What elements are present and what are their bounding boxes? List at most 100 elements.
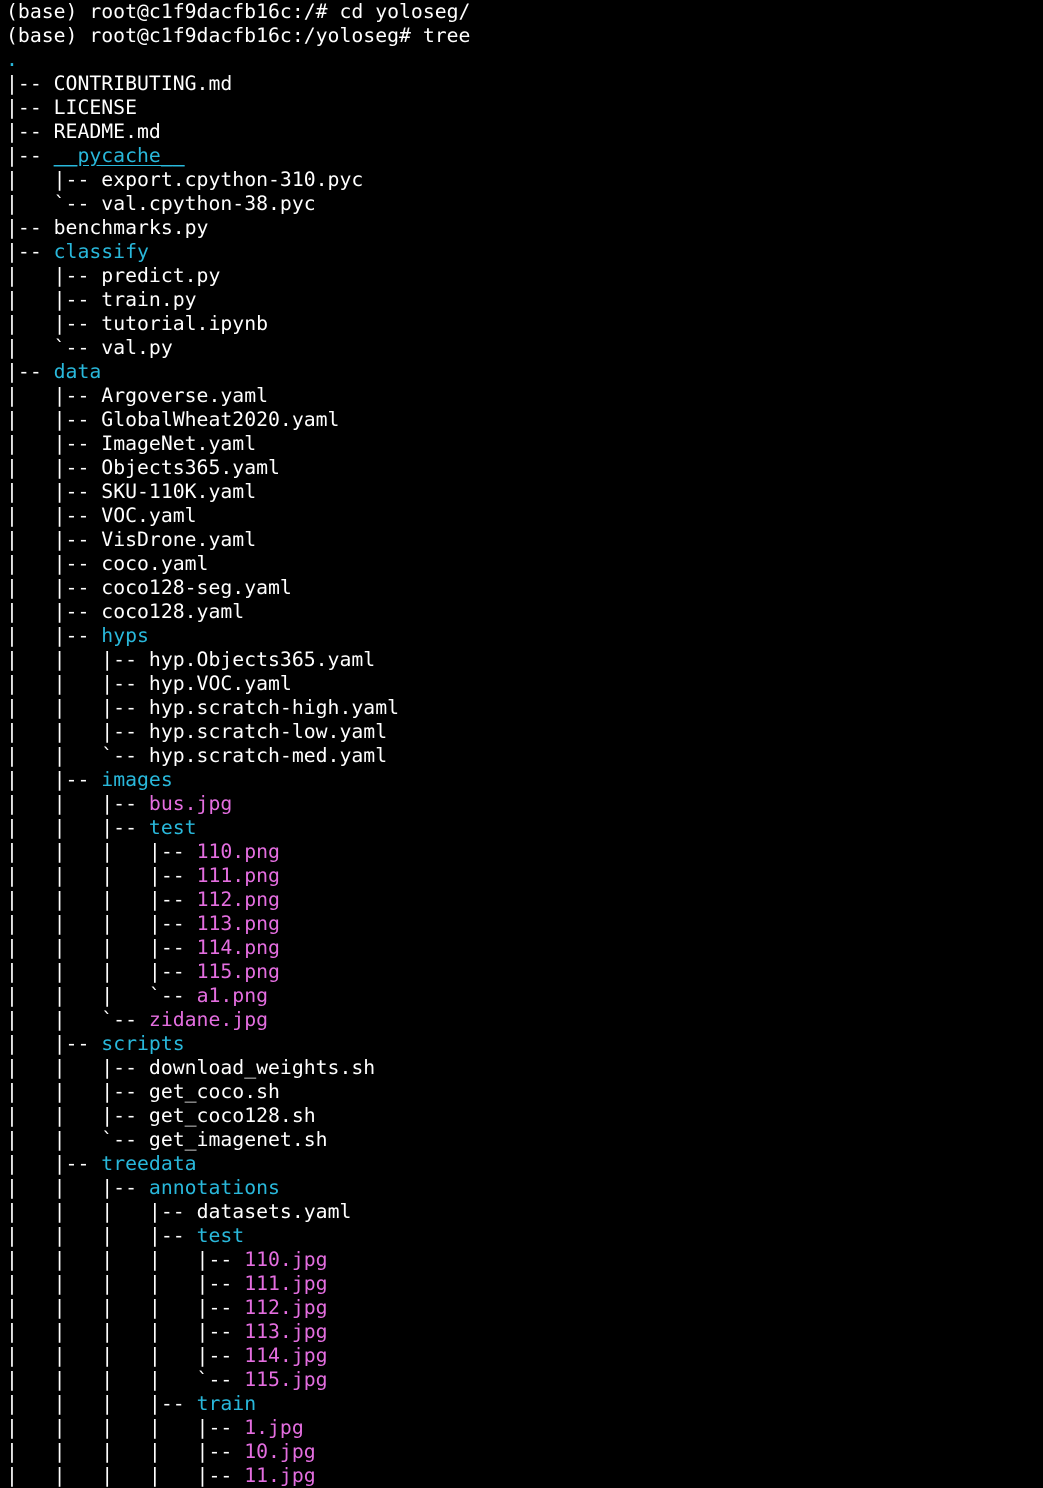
tree-branch-prefix: | |-- [6,504,102,527]
tree-line: | | | |-- datasets.yaml [6,1200,470,1224]
tree-line: | |-- scripts [6,1032,470,1056]
tree-line: | |-- tutorial.ipynb [6,312,470,336]
tree-line: |-- classify [6,240,470,264]
tree-line: |-- LICENSE [6,96,470,120]
image-file-name: 11.jpg [244,1464,316,1487]
file-name: predict.py [101,264,221,287]
tree-line: | |-- coco128.yaml [6,600,470,624]
image-file-name: 114.png [196,936,280,959]
directory-name: __pycache__ [53,144,185,167]
tree-line: | |-- Objects365.yaml [6,456,470,480]
prompt-line: (base) root@c1f9dacfb16c:/yoloseg# tree [6,24,470,48]
tree-branch-prefix: | |-- [6,288,102,311]
tree-branch-prefix: | |-- [6,312,102,335]
image-file-name: 114.jpg [244,1344,328,1367]
file-name: train.py [101,288,197,311]
tree-line: | | |-- test [6,816,470,840]
tree-branch-prefix: | | |-- [6,672,149,695]
tree-branch-prefix: | |-- [6,624,102,647]
tree-branch-prefix: | | |-- [6,696,149,719]
tree-branch-prefix: | | | | |-- [6,1440,245,1463]
tree-branch-prefix: | |-- [6,768,102,791]
tree-branch-prefix: | | |-- [6,1056,149,1079]
tree-branch-prefix: |-- [6,360,54,383]
image-file-name: 113.png [196,912,280,935]
file-name: hyp.scratch-low.yaml [148,720,388,743]
image-file-name: 113.jpg [244,1320,328,1343]
tree-line: | |-- images [6,768,470,792]
image-file-name: 112.jpg [244,1296,328,1319]
file-name: coco128-seg.yaml [101,576,292,599]
image-file-name: 112.png [196,888,280,911]
file-name: get_coco.sh [148,1080,280,1103]
directory-name: test [148,816,197,839]
tree-line: | |-- ImageNet.yaml [6,432,470,456]
tree-line: | | | |-- 114.png [6,936,470,960]
tree-branch-prefix: | | | |-- [6,840,197,863]
tree-line: |-- benchmarks.py [6,216,470,240]
tree-line: |-- __pycache__ [6,144,470,168]
tree-branch-prefix: | |-- [6,456,102,479]
file-name: get_coco128.sh [148,1104,316,1127]
tree-line: | | | `-- a1.png [6,984,470,1008]
tree-branch-prefix: | | | | |-- [6,1272,245,1295]
tree-branch-prefix: | | | | |-- [6,1416,245,1439]
tree-line: | `-- val.cpython-38.pyc [6,192,470,216]
image-file-name: bus.jpg [148,792,233,815]
tree-branch-prefix: | | |-- [6,1176,149,1199]
file-name: CONTRIBUTING.md [53,72,233,95]
file-name: VisDrone.yaml [101,528,257,551]
tree-root-dot: . [6,48,18,71]
tree-branch-prefix: |-- [6,144,54,167]
tree-line: | | `-- hyp.scratch-med.yaml [6,744,470,768]
tree-branch-prefix: |-- [6,96,54,119]
file-name: ImageNet.yaml [101,432,257,455]
tree-line: | | |-- hyp.Objects365.yaml [6,648,470,672]
tree-line: |-- data [6,360,470,384]
directory-name: images [101,768,173,791]
tree-line: | | | |-- 112.png [6,888,470,912]
tree-line: | | |-- hyp.VOC.yaml [6,672,470,696]
tree-branch-prefix: | | | | `-- [6,1368,245,1391]
image-file-name: 10.jpg [244,1440,316,1463]
directory-name: train [196,1392,257,1415]
file-name: SKU-110K.yaml [101,480,257,503]
tree-line: | | | |-- test [6,1224,470,1248]
tree-line: | |-- coco.yaml [6,552,470,576]
tree-line: | | `-- get_imagenet.sh [6,1128,470,1152]
file-name: download_weights.sh [148,1056,376,1079]
prompt-command-text: (base) root@c1f9dacfb16c:/yoloseg# tree [6,24,471,47]
tree-branch-prefix: | | | |-- [6,936,197,959]
image-file-name: 110.jpg [244,1248,328,1271]
tree-line: | | | | `-- 115.jpg [6,1368,470,1392]
tree-branch-prefix: | | | | |-- [6,1296,245,1319]
tree-branch-prefix: | | | |-- [6,1200,197,1223]
tree-line: | | | | |-- 112.jpg [6,1296,470,1320]
tree-branch-prefix: |-- [6,120,54,143]
tree-line: | | | | |-- 113.jpg [6,1320,470,1344]
file-name: hyp.Objects365.yaml [148,648,376,671]
tree-line: | | | | |-- 114.jpg [6,1344,470,1368]
tree-branch-prefix: | |-- [6,264,102,287]
tree-line: | | | | |-- 111.jpg [6,1272,470,1296]
tree-branch-prefix: | |-- [6,576,102,599]
terminal-output[interactable]: (base) root@c1f9dacfb16c:/# cd yoloseg/(… [6,0,470,1488]
file-name: GlobalWheat2020.yaml [101,408,340,431]
image-file-name: 111.jpg [244,1272,328,1295]
tree-branch-prefix: | |-- [6,528,102,551]
directory-name: test [196,1224,245,1247]
image-file-name: 111.png [196,864,280,887]
tree-branch-prefix: | | | | |-- [6,1320,245,1343]
tree-branch-prefix: | |-- [6,432,102,455]
prompt-command-text: (base) root@c1f9dacfb16c:/# cd yoloseg/ [6,0,471,23]
tree-branch-prefix: | | |-- [6,816,149,839]
tree-line: | |-- SKU-110K.yaml [6,480,470,504]
tree-line: . [6,48,470,72]
tree-line: | |-- export.cpython-310.pyc [6,168,470,192]
file-name: coco.yaml [101,552,209,575]
tree-line: | |-- train.py [6,288,470,312]
directory-name: scripts [101,1032,185,1055]
tree-branch-prefix: | | |-- [6,1080,149,1103]
file-name: val.cpython-38.pyc [101,192,316,215]
tree-branch-prefix: | | |-- [6,720,149,743]
